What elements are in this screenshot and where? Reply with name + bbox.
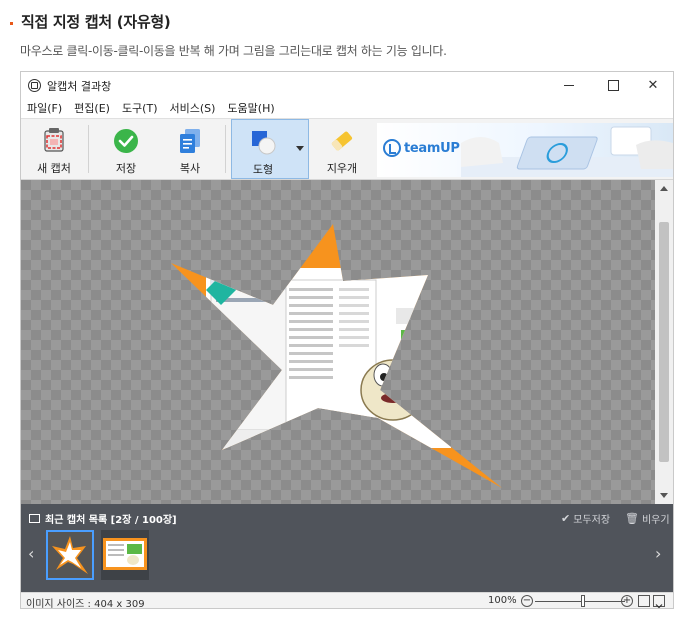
recent-list-icon [29, 514, 40, 523]
menu-edit[interactable]: 편집(E) [74, 100, 110, 116]
scroll-down-icon[interactable] [660, 493, 668, 498]
captured-star-image [171, 224, 502, 488]
title-bar: 알캡처 결과창 ✕ [21, 72, 673, 98]
save-all-label: 모두저장 [573, 515, 611, 526]
check-icon: ✔ [561, 512, 571, 525]
chevron-left-icon[interactable]: ‹ [28, 544, 34, 563]
capture-thumbnail[interactable] [101, 530, 149, 580]
teamup-logo-icon [383, 139, 401, 157]
recent-captures-panel: 최근 캡처 목록 [2장 / 100장] ✔ 모두저장 🗑 비우기 ‹ › [21, 504, 673, 592]
new-capture-label: 새 캡처 [37, 162, 71, 175]
zoom-out-button[interactable]: − [521, 595, 533, 607]
eraser-label: 지우개 [326, 162, 358, 175]
image-size-text: 이미지 사이즈 : 404 x 309 [26, 599, 145, 609]
section-description: 마우스로 클릭-이동-클릭-이동을 반복 해 가며 그림을 그리는대로 캡처 하… [20, 44, 447, 58]
new-capture-button[interactable]: 새 캡처 [29, 119, 79, 179]
toolbar: 새 캡처 저장 복사 도형 지우개 teamUP [21, 118, 673, 180]
clear-all-label: 비우기 [641, 515, 670, 526]
toolbar-divider [88, 125, 89, 173]
maximize-button[interactable] [593, 72, 633, 98]
status-bar: 이미지 사이즈 : 404 x 309 100% − + [21, 592, 673, 609]
fit-to-window-icon[interactable] [638, 595, 650, 607]
ad-banner[interactable]: teamUP [377, 123, 673, 177]
section-heading: 직접 지정 캡처 (자유형) [10, 9, 171, 33]
menu-tools[interactable]: 도구(T) [122, 100, 158, 116]
menu-bar: 파일(F) 편집(E) 도구(T) 서비스(S) 도움말(H) [21, 98, 673, 118]
menu-help[interactable]: 도움말(H) [227, 100, 274, 116]
eraser-icon [328, 127, 356, 155]
capture-canvas[interactable] [21, 180, 655, 504]
recent-captures-title: 최근 캡처 목록 [2장 / 100장] [45, 515, 177, 526]
check-icon [112, 127, 140, 155]
app-logo-icon [28, 79, 41, 92]
toolbar-divider [225, 125, 226, 173]
menu-service[interactable]: 서비스(S) [169, 100, 215, 116]
trash-icon: 🗑 [625, 512, 639, 525]
teamup-logo: teamUP [383, 139, 460, 157]
scrollbar-thumb[interactable] [659, 222, 669, 462]
window-title: 알캡처 결과창 [47, 80, 112, 93]
eraser-button[interactable]: 지우개 [317, 119, 367, 179]
chevron-right-icon[interactable]: › [655, 544, 661, 563]
vertical-scrollbar[interactable] [655, 180, 673, 504]
shape-button[interactable]: 도형 [231, 119, 309, 179]
menu-file[interactable]: 파일(F) [27, 100, 62, 116]
chevron-down-icon[interactable] [653, 595, 665, 608]
ad-illustration [461, 126, 673, 177]
heading-bullet [10, 21, 13, 25]
ad-brand: teamUP [404, 140, 460, 156]
save-label: 저장 [115, 162, 137, 175]
capture-result-window: 알캡처 결과창 ✕ 파일(F) 편집(E) 도구(T) 서비스(S) 도움말(H… [20, 71, 674, 609]
shape-label: 도형 [252, 163, 274, 176]
zoom-value: 100% [488, 595, 517, 606]
close-button[interactable]: ✕ [633, 72, 673, 98]
copy-icon [176, 127, 204, 155]
zoom-slider[interactable] [535, 601, 625, 602]
clear-all-button[interactable]: 🗑 비우기 [625, 511, 670, 526]
copy-label: 복사 [179, 162, 201, 175]
recent-captures-header: 최근 캡처 목록 [2장 / 100장] [29, 511, 177, 526]
save-all-button[interactable]: ✔ 모두저장 [561, 511, 610, 526]
zoom-in-button[interactable]: + [621, 595, 633, 607]
minimize-button[interactable] [549, 72, 589, 98]
copy-button[interactable]: 복사 [165, 119, 215, 179]
section-title: 직접 지정 캡처 (자유형) [21, 12, 171, 31]
capture-thumbnail[interactable] [46, 530, 94, 580]
zoom-slider-handle[interactable] [581, 595, 586, 607]
camera-icon [40, 127, 68, 155]
scroll-up-icon[interactable] [660, 186, 668, 191]
shape-icon [249, 128, 277, 156]
chevron-down-icon[interactable] [296, 146, 304, 151]
save-button[interactable]: 저장 [101, 119, 151, 179]
